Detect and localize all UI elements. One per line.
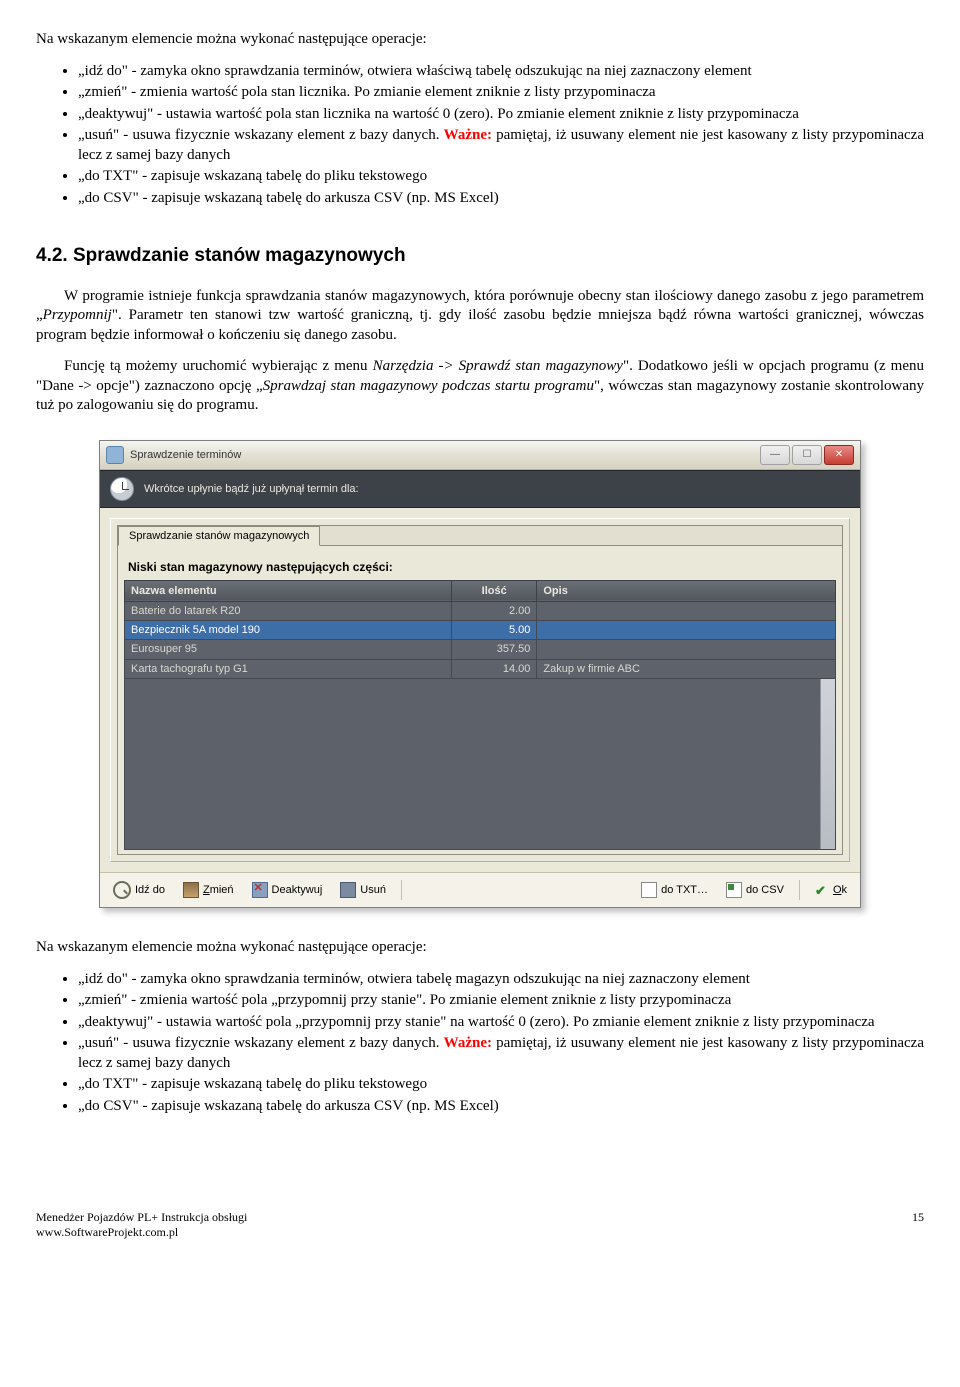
text-italic: Narzędzia -> Sprawdź stan magazynowy	[373, 358, 623, 374]
delete-icon	[340, 882, 356, 898]
app-icon	[106, 446, 124, 464]
list-item: „zmień" - zmienia wartość pola stan licz…	[78, 83, 924, 103]
label: Ok	[833, 883, 847, 897]
cell-name: Eurosuper 95	[125, 640, 452, 659]
col-name[interactable]: Nazwa elementu	[125, 580, 452, 601]
col-desc[interactable]: Opis	[537, 580, 836, 601]
text: „usuń" - usuwa fizycznie wskazany elemen…	[78, 1035, 444, 1051]
section-heading: 4.2. Sprawdzanie stanów magazynowych	[36, 244, 924, 269]
tab-container: Sprawdzanie stanów magazynowych Niski st…	[117, 525, 843, 855]
tab-body: Niski stan magazynowy następujących częś…	[118, 546, 842, 854]
footer-url: www.SoftwareProjekt.com.pl	[36, 1225, 247, 1240]
deactivate-icon	[252, 882, 268, 898]
separator	[799, 880, 800, 900]
separator	[401, 880, 402, 900]
ok-button[interactable]: Ok	[808, 880, 854, 900]
list-item: „deaktywuj" - ustawia wartość pola stan …	[78, 105, 924, 125]
label: do CSV	[746, 883, 784, 897]
paragraph: Na wskazanym elemencie można wykonać nas…	[36, 30, 924, 50]
list-item: „usuń" - usuwa fizycznie wskazany elemen…	[78, 126, 924, 165]
list-item: „do TXT" - zapisuje wskazaną tabelę do p…	[78, 1075, 924, 1095]
cell-name: Baterie do latarek R20	[125, 601, 452, 620]
text: „usuń" - usuwa fizycznie wskazany elemen…	[78, 127, 444, 143]
list-item: „do CSV" - zapisuje wskazaną tabelę do a…	[78, 189, 924, 209]
list-item: „do TXT" - zapisuje wskazaną tabelę do p…	[78, 167, 924, 187]
csv-icon	[726, 882, 742, 898]
cell-desc	[537, 621, 836, 640]
clock-icon	[110, 477, 134, 501]
label: do TXT…	[661, 883, 708, 897]
footer-title: Menedżer Pojazdów PL+ Instrukcja obsługi	[36, 1210, 247, 1225]
table-row[interactable]: Eurosuper 95 357.50	[125, 640, 836, 659]
txt-icon	[641, 882, 657, 898]
table-row[interactable]: Bezpiecznik 5A model 190 5.00	[125, 621, 836, 640]
stock-grid[interactable]: Nazwa elementu Ilość Opis Baterie do lat…	[124, 580, 836, 679]
label: Idź do	[135, 883, 165, 897]
page-number: 15	[912, 1210, 924, 1240]
list-item: „usuń" - usuwa fizycznie wskazany elemen…	[78, 1034, 924, 1073]
paragraph: W programie istnieje funkcja sprawdzania…	[36, 287, 924, 346]
label: Deaktywuj	[272, 883, 323, 897]
list-item: „do CSV" - zapisuje wskazaną tabelę do a…	[78, 1097, 924, 1117]
toolbar: Idź do Zmień Deaktywuj Usuń do TXT… do C…	[100, 872, 860, 907]
content-panel: Sprawdzanie stanów magazynowych Niski st…	[110, 518, 850, 862]
text: Funcję tą możemy uruchomić wybierając z …	[64, 358, 373, 374]
goto-button[interactable]: Idź do	[106, 878, 172, 902]
cell-name: Karta tachografu typ G1	[125, 659, 452, 678]
info-text: Wkrótce upłynie bądź już upłynął termin …	[144, 482, 359, 496]
window-title: Sprawdzenie terminów	[130, 448, 241, 462]
list-item: „deaktywuj" - ustawia wartość pola „przy…	[78, 1013, 924, 1033]
tab-stock-check[interactable]: Sprawdzanie stanów magazynowych	[118, 526, 320, 546]
tab-strip: Sprawdzanie stanów magazynowych	[118, 526, 842, 546]
grid-empty-area	[124, 679, 836, 850]
edit-button[interactable]: Zmień	[176, 879, 241, 901]
cell-qty: 5.00	[452, 621, 537, 640]
maximize-button[interactable]: ☐	[792, 445, 822, 465]
table-row[interactable]: Baterie do latarek R20 2.00	[125, 601, 836, 620]
search-icon	[113, 881, 131, 899]
page-footer: Menedżer Pojazdów PL+ Instrukcja obsługi…	[36, 1206, 924, 1240]
export-txt-button[interactable]: do TXT…	[634, 879, 715, 901]
info-bar: Wkrótce upłynie bądź już upłynął termin …	[100, 470, 860, 508]
warning-label: Ważne:	[444, 127, 492, 143]
text-italic: Sprawdzaj stan magazynowy podczas startu…	[263, 378, 594, 394]
paragraph: Na wskazanym elemencie można wykonać nas…	[36, 938, 924, 958]
list-item: „idź do" - zamyka okno sprawdzania termi…	[78, 62, 924, 82]
list-item: „idź do" - zamyka okno sprawdzania termi…	[78, 970, 924, 990]
app-window: Sprawdzenie terminów — ☐ ✕ Wkrótce upłyn…	[99, 440, 861, 908]
list-item: „zmień" - zmienia wartość pola „przypomn…	[78, 991, 924, 1011]
cell-desc	[537, 640, 836, 659]
cell-desc: Zakup w firmie ABC	[537, 659, 836, 678]
edit-icon	[183, 882, 199, 898]
paragraph: Funcję tą możemy uruchomić wybierając z …	[36, 357, 924, 416]
col-qty[interactable]: Ilość	[452, 580, 537, 601]
table-row[interactable]: Karta tachografu typ G1 14.00 Zakup w fi…	[125, 659, 836, 678]
cell-name: Bezpiecznik 5A model 190	[125, 621, 452, 640]
operations-list-1: „idź do" - zamyka okno sprawdzania termi…	[78, 62, 924, 209]
cell-qty: 2.00	[452, 601, 537, 620]
delete-button[interactable]: Usuń	[333, 879, 393, 901]
titlebar: Sprawdzenie terminów — ☐ ✕	[100, 441, 860, 470]
label: Zmień	[203, 883, 234, 897]
operations-list-2: „idź do" - zamyka okno sprawdzania termi…	[78, 970, 924, 1117]
cell-qty: 357.50	[452, 640, 537, 659]
warning-label: Ważne:	[444, 1035, 492, 1051]
cell-qty: 14.00	[452, 659, 537, 678]
minimize-button[interactable]: —	[760, 445, 790, 465]
export-csv-button[interactable]: do CSV	[719, 879, 791, 901]
grid-caption: Niski stan magazynowy następujących częś…	[124, 554, 836, 580]
deactivate-button[interactable]: Deaktywuj	[245, 879, 330, 901]
cell-desc	[537, 601, 836, 620]
label: Usuń	[360, 883, 386, 897]
text: ". Parametr ten stanowi tzw wartość gran…	[36, 307, 924, 343]
text-italic: Przypomnij	[43, 307, 112, 323]
check-icon	[815, 883, 829, 897]
close-button[interactable]: ✕	[824, 445, 854, 465]
